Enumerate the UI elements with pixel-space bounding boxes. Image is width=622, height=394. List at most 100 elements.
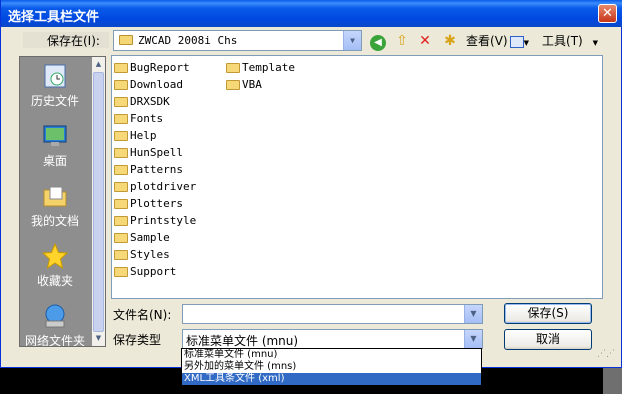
- folder-icon: [114, 131, 128, 141]
- file-column: Template VBA: [226, 59, 295, 93]
- folder-item[interactable]: Sample: [114, 229, 196, 246]
- back-arrow-icon: ◀: [370, 35, 386, 51]
- place-label: 历史文件: [30, 94, 79, 108]
- save-in-label: 保存在(I):: [23, 32, 109, 48]
- folder-icon: [114, 233, 128, 243]
- scroll-down-icon[interactable]: ▼: [92, 332, 105, 345]
- new-folder-button[interactable]: ✱: [441, 30, 459, 52]
- save-in-combo[interactable]: ZWCAD 2008i Chs ▼: [113, 30, 362, 51]
- folder-icon: [226, 63, 240, 73]
- folder-name: Support: [130, 265, 177, 278]
- folder-name: Styles: [130, 248, 170, 261]
- cancel-button[interactable]: 取消: [504, 329, 592, 350]
- folder-icon: [114, 182, 128, 192]
- up-folder-icon: ⇧: [396, 33, 408, 49]
- scroll-up-icon[interactable]: ▲: [92, 58, 105, 71]
- view-menu-button[interactable]: 查看(V) ▼: [465, 30, 530, 52]
- file-column: BugReport Download DRXSDK Fonts Help HunSpell…: [114, 59, 196, 280]
- chevron-down-icon[interactable]: ▼: [464, 305, 482, 323]
- recent-icon: [44, 64, 66, 88]
- folder-name: BugReport: [130, 61, 190, 74]
- folder-item[interactable]: Download: [114, 76, 196, 93]
- resize-grip[interactable]: ⋰⋰: [597, 350, 615, 359]
- folder-icon: [114, 165, 128, 175]
- close-icon: ✕: [602, 6, 613, 21]
- window-title: 选择工具栏文件: [8, 10, 100, 25]
- delete-button[interactable]: ✕: [416, 30, 434, 52]
- filetype-label: 保存类型: [113, 333, 162, 347]
- chevron-down-icon: ▼: [592, 39, 598, 47]
- folder-item[interactable]: Styles: [114, 246, 196, 263]
- folder-name: plotdriver: [130, 180, 197, 193]
- desktop-icon: [43, 125, 67, 146]
- folder-item[interactable]: Plotters: [114, 195, 196, 212]
- chevron-down-icon[interactable]: ▼: [343, 31, 361, 50]
- my-documents-icon: [43, 186, 67, 207]
- scroll-thumb[interactable]: [93, 72, 104, 332]
- place-my-documents[interactable]: 我的文档: [20, 183, 90, 229]
- folder-item[interactable]: VBA: [226, 76, 295, 93]
- place-favorites[interactable]: 收藏夹: [20, 243, 90, 289]
- folder-name: Help: [130, 129, 157, 142]
- folder-item[interactable]: DRXSDK: [114, 93, 196, 110]
- folder-name: VBA: [242, 78, 262, 91]
- title-bar[interactable]: 选择工具栏文件 ✕: [1, 0, 622, 27]
- filetype-combo[interactable]: 标准菜单文件 (mnu) ▼: [182, 329, 483, 349]
- folder-item[interactable]: HunSpell: [114, 144, 196, 161]
- place-recent[interactable]: 历史文件: [20, 63, 90, 109]
- save-button[interactable]: 保存(S): [504, 303, 592, 324]
- folder-name: DRXSDK: [130, 95, 170, 108]
- view-grid-icon: [509, 35, 524, 48]
- place-label: 桌面: [42, 154, 67, 168]
- tools-label: 工具(T): [542, 34, 583, 48]
- filetype-value: 标准菜单文件 (mnu): [186, 334, 299, 348]
- folder-icon: [114, 63, 128, 73]
- folder-name: Plotters: [130, 197, 183, 210]
- folder-name: Fonts: [130, 112, 164, 125]
- folder-icon: [226, 80, 240, 90]
- folder-name: Template: [242, 61, 295, 74]
- folder-item[interactable]: Template: [226, 59, 295, 76]
- folder-icon: [114, 250, 128, 260]
- place-label: 收藏夹: [36, 274, 73, 288]
- place-desktop[interactable]: 桌面: [20, 123, 90, 169]
- place-network[interactable]: 网络文件夹: [20, 303, 90, 347]
- folder-item[interactable]: Fonts: [114, 110, 196, 127]
- chevron-down-icon: ▼: [523, 39, 529, 47]
- dropdown-option-selected[interactable]: XML工具条文件 (xml): [182, 373, 481, 385]
- chevron-down-icon[interactable]: ▼: [464, 330, 482, 348]
- up-folder-button[interactable]: ⇧: [393, 30, 411, 52]
- filetype-dropdown-list[interactable]: 标准菜单文件 (mnu) 另外加的菜单文件 (mns) XML工具条文件 (xm…: [181, 348, 482, 386]
- folder-item[interactable]: BugReport: [114, 59, 196, 76]
- back-button[interactable]: ◀: [369, 30, 387, 52]
- dropdown-option[interactable]: 另外加的菜单文件 (mns): [182, 361, 481, 373]
- network-icon: [45, 304, 65, 328]
- place-label: 我的文档: [30, 214, 79, 228]
- folder-name: Patterns: [130, 163, 183, 176]
- filename-input[interactable]: ▼: [182, 304, 483, 324]
- folder-item[interactable]: Support: [114, 263, 196, 280]
- delete-icon: ✕: [419, 33, 431, 49]
- dropdown-option[interactable]: 标准菜单文件 (mnu): [182, 349, 481, 361]
- new-folder-icon: ✱: [444, 33, 456, 49]
- folder-name: Download: [130, 78, 183, 91]
- folder-item[interactable]: Printstyle: [114, 212, 196, 229]
- folder-item[interactable]: plotdriver: [114, 178, 196, 195]
- folder-icon: [114, 148, 128, 158]
- filename-label: 文件名(N):: [113, 308, 172, 322]
- folder-icon: [114, 199, 128, 209]
- close-button[interactable]: ✕: [598, 4, 617, 23]
- folder-item[interactable]: Help: [114, 127, 196, 144]
- place-label: 网络文件夹: [24, 334, 85, 347]
- folder-name: Sample: [130, 231, 170, 244]
- folder-icon: [119, 35, 133, 45]
- places-scrollbar[interactable]: ▲ ▼: [92, 57, 105, 346]
- folder-icon: [114, 114, 128, 124]
- tools-menu-button[interactable]: 工具(T) ▼: [534, 30, 606, 52]
- folder-item[interactable]: Patterns: [114, 161, 196, 178]
- folder-icon: [114, 80, 128, 90]
- folder-name: Printstyle: [130, 214, 197, 227]
- folder-icon: [114, 97, 128, 107]
- save-toolbar-file-dialog: 选择工具栏文件 ✕ 保存在(I): ZWCAD 2008i Chs ▼ ◀ ⇧ …: [0, 0, 622, 368]
- file-list[interactable]: BugReport Download DRXSDK Fonts Help HunSpell…: [111, 55, 603, 299]
